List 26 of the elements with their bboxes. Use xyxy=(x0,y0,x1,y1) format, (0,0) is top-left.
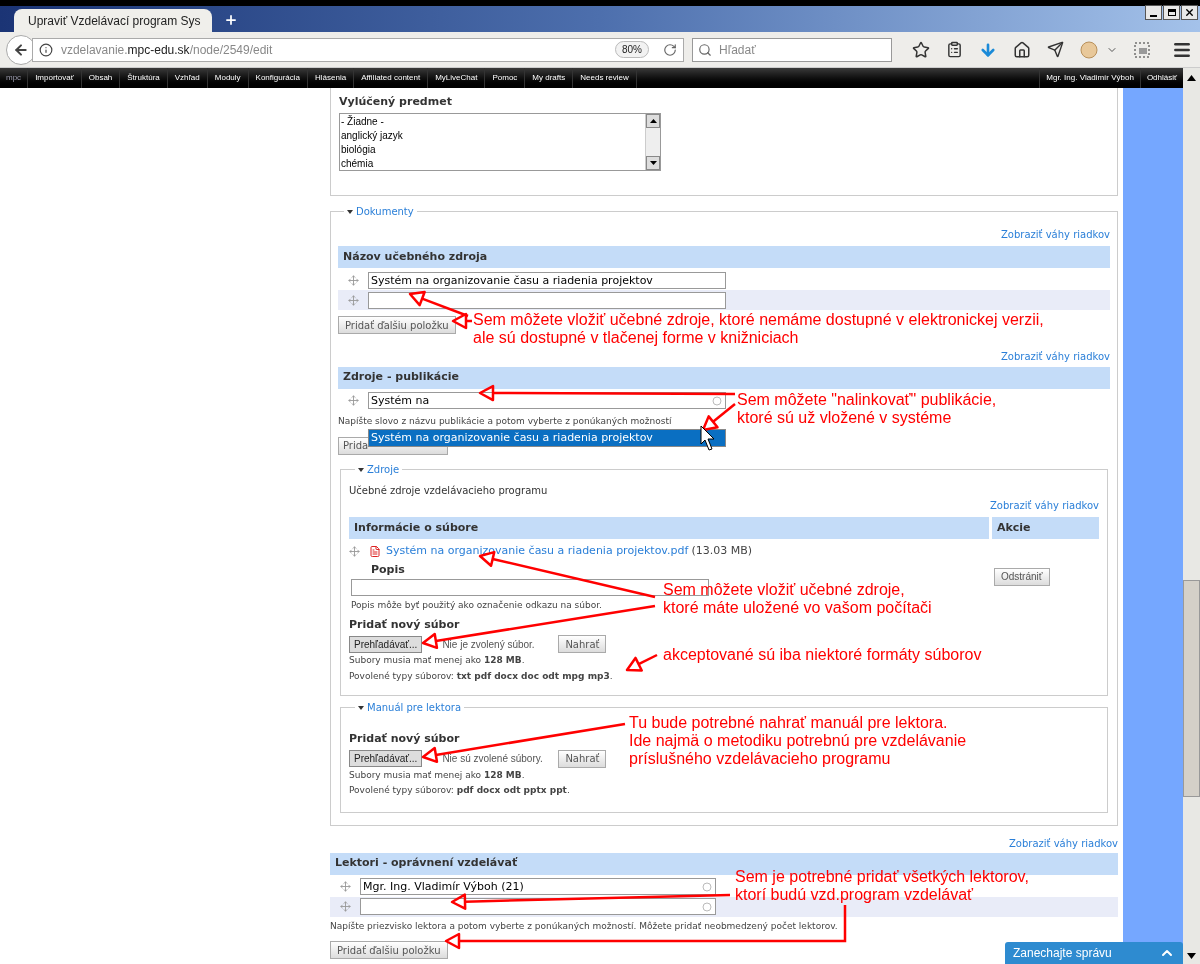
annotation-note: akceptované sú iba niektoré formáty súborov xyxy=(663,646,982,664)
description-text: Učebné zdroje vzdelávacieho programu xyxy=(349,484,548,498)
table-header: Zdroje - publikácie xyxy=(338,366,1110,389)
annotation-note: Sem môžete vložiť učebné zdroje, ktoré nemáme dostupné v elektronickej verzii, ale sú dostupné v tlačenej forme v knižniciach xyxy=(473,311,1044,347)
field-label: Vylúčený predmet xyxy=(339,94,452,110)
file-status: Nie je zvolený súbor. xyxy=(442,637,536,652)
help-text: Popis môže byť použitý ako označenie odkazu na súbor. xyxy=(351,599,602,612)
file-size: (13.03 MB) xyxy=(691,543,752,559)
table-header: Informácie o súbore xyxy=(349,517,989,539)
field-label: Pridať nový súbor xyxy=(349,616,460,633)
annotation-note: Sem môžete "nalinkovať" publikácie, ktoré sú už vložené v systéme xyxy=(737,391,997,427)
table-header: Názov učebného zdroja xyxy=(338,246,1110,268)
tab-title: Upraviť Vzdelávací program Sys xyxy=(28,12,201,30)
field-label: Pridať nový súbor xyxy=(349,731,460,747)
help-text: Napíšte priezvisko lektora a potom vyberte z ponúkaných možností. Môžete pridať neobmedzený počet lektorov. xyxy=(330,919,838,933)
help-text: Subory musia mať menej ako 128 MB. xyxy=(349,654,525,667)
field-label: Popis xyxy=(371,561,405,578)
annotation-note: Sem môžete vložiť učebné zdroje, ktoré máte uložené vo vašom počítači xyxy=(663,581,932,617)
annotation-note: Tu bude potrebné nahrať manuál pre lektora. Ide najmä o metodiku potrebnú pre vzdelávanie príslušného vzdelávacieho programu xyxy=(629,714,967,768)
help-text: Napíšte slovo z názvu publikácie a potom vyberte z ponúkaných možností xyxy=(338,414,672,428)
url-text: vzdelavanie.mpc-edu.sk/node/2549/edit xyxy=(60,41,273,59)
file-status: Nie sú zvolené súbory. xyxy=(442,752,544,766)
help-text: Subory musia mať menej ako 128 MB. xyxy=(349,768,525,782)
table-header: Akcie xyxy=(992,517,1099,539)
help-text: Povolené typy súborov: pdf docx odt pptx ppt. xyxy=(349,784,570,797)
help-text: Povolené typy súborov: txt pdf docx doc odt mpg mp3. xyxy=(349,669,613,683)
